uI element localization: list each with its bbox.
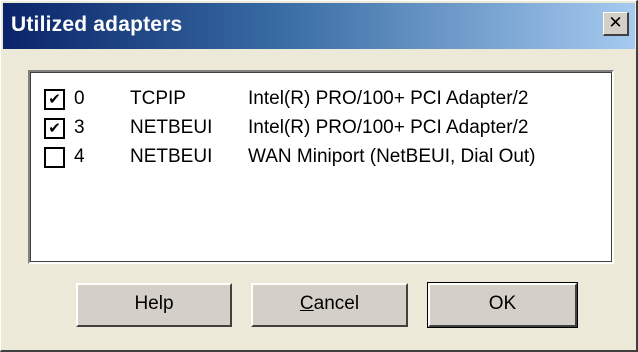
- adapter-protocol: NETBEUI: [130, 146, 213, 167]
- adapter-protocol: NETBEUI: [130, 117, 213, 138]
- adapter-name: Intel(R) PRO/100+ PCI Adapter/2: [248, 117, 529, 138]
- cancel-button-label: Cancel: [300, 293, 359, 314]
- adapter-number: 0: [74, 88, 85, 109]
- dialog-title: Utilized adapters: [11, 13, 183, 36]
- help-button[interactable]: Help: [76, 283, 232, 327]
- adapter-row[interactable]: ✔ 3 NETBEUI Intel(R) PRO/100+ PCI Adapte…: [44, 115, 604, 143]
- adapter-number: 4: [74, 146, 85, 167]
- close-icon: ✕: [608, 13, 623, 33]
- close-button[interactable]: ✕: [603, 12, 629, 36]
- adapter-checkbox[interactable]: ✔: [44, 118, 65, 139]
- adapter-checkbox[interactable]: ✔: [44, 89, 65, 110]
- adapter-name: Intel(R) PRO/100+ PCI Adapter/2: [248, 88, 529, 109]
- adapter-list[interactable]: ✔ 0 TCPIP Intel(R) PRO/100+ PCI Adapter/…: [28, 70, 614, 264]
- adapter-row[interactable]: 4 NETBEUI WAN Miniport (NetBEUI, Dial Ou…: [44, 144, 604, 172]
- ok-button[interactable]: OK: [427, 282, 578, 328]
- ok-button-label: OK: [488, 293, 517, 314]
- adapter-number: 3: [74, 117, 85, 138]
- utilized-adapters-dialog: Utilized adapters ✕ ✔ 0 TCPIP Intel(R) P…: [0, 0, 638, 352]
- help-button-label: Help: [134, 293, 174, 314]
- adapter-row[interactable]: ✔ 0 TCPIP Intel(R) PRO/100+ PCI Adapter/…: [44, 86, 604, 114]
- cancel-button[interactable]: Cancel: [251, 283, 408, 327]
- title-bar: Utilized adapters ✕: [3, 3, 635, 49]
- adapter-name: WAN Miniport (NetBEUI, Dial Out): [248, 146, 536, 167]
- adapter-protocol: TCPIP: [130, 88, 186, 109]
- cancel-label-rest: ancel: [313, 293, 360, 314]
- adapter-checkbox[interactable]: [44, 147, 65, 168]
- cancel-accelerator: C: [299, 293, 314, 314]
